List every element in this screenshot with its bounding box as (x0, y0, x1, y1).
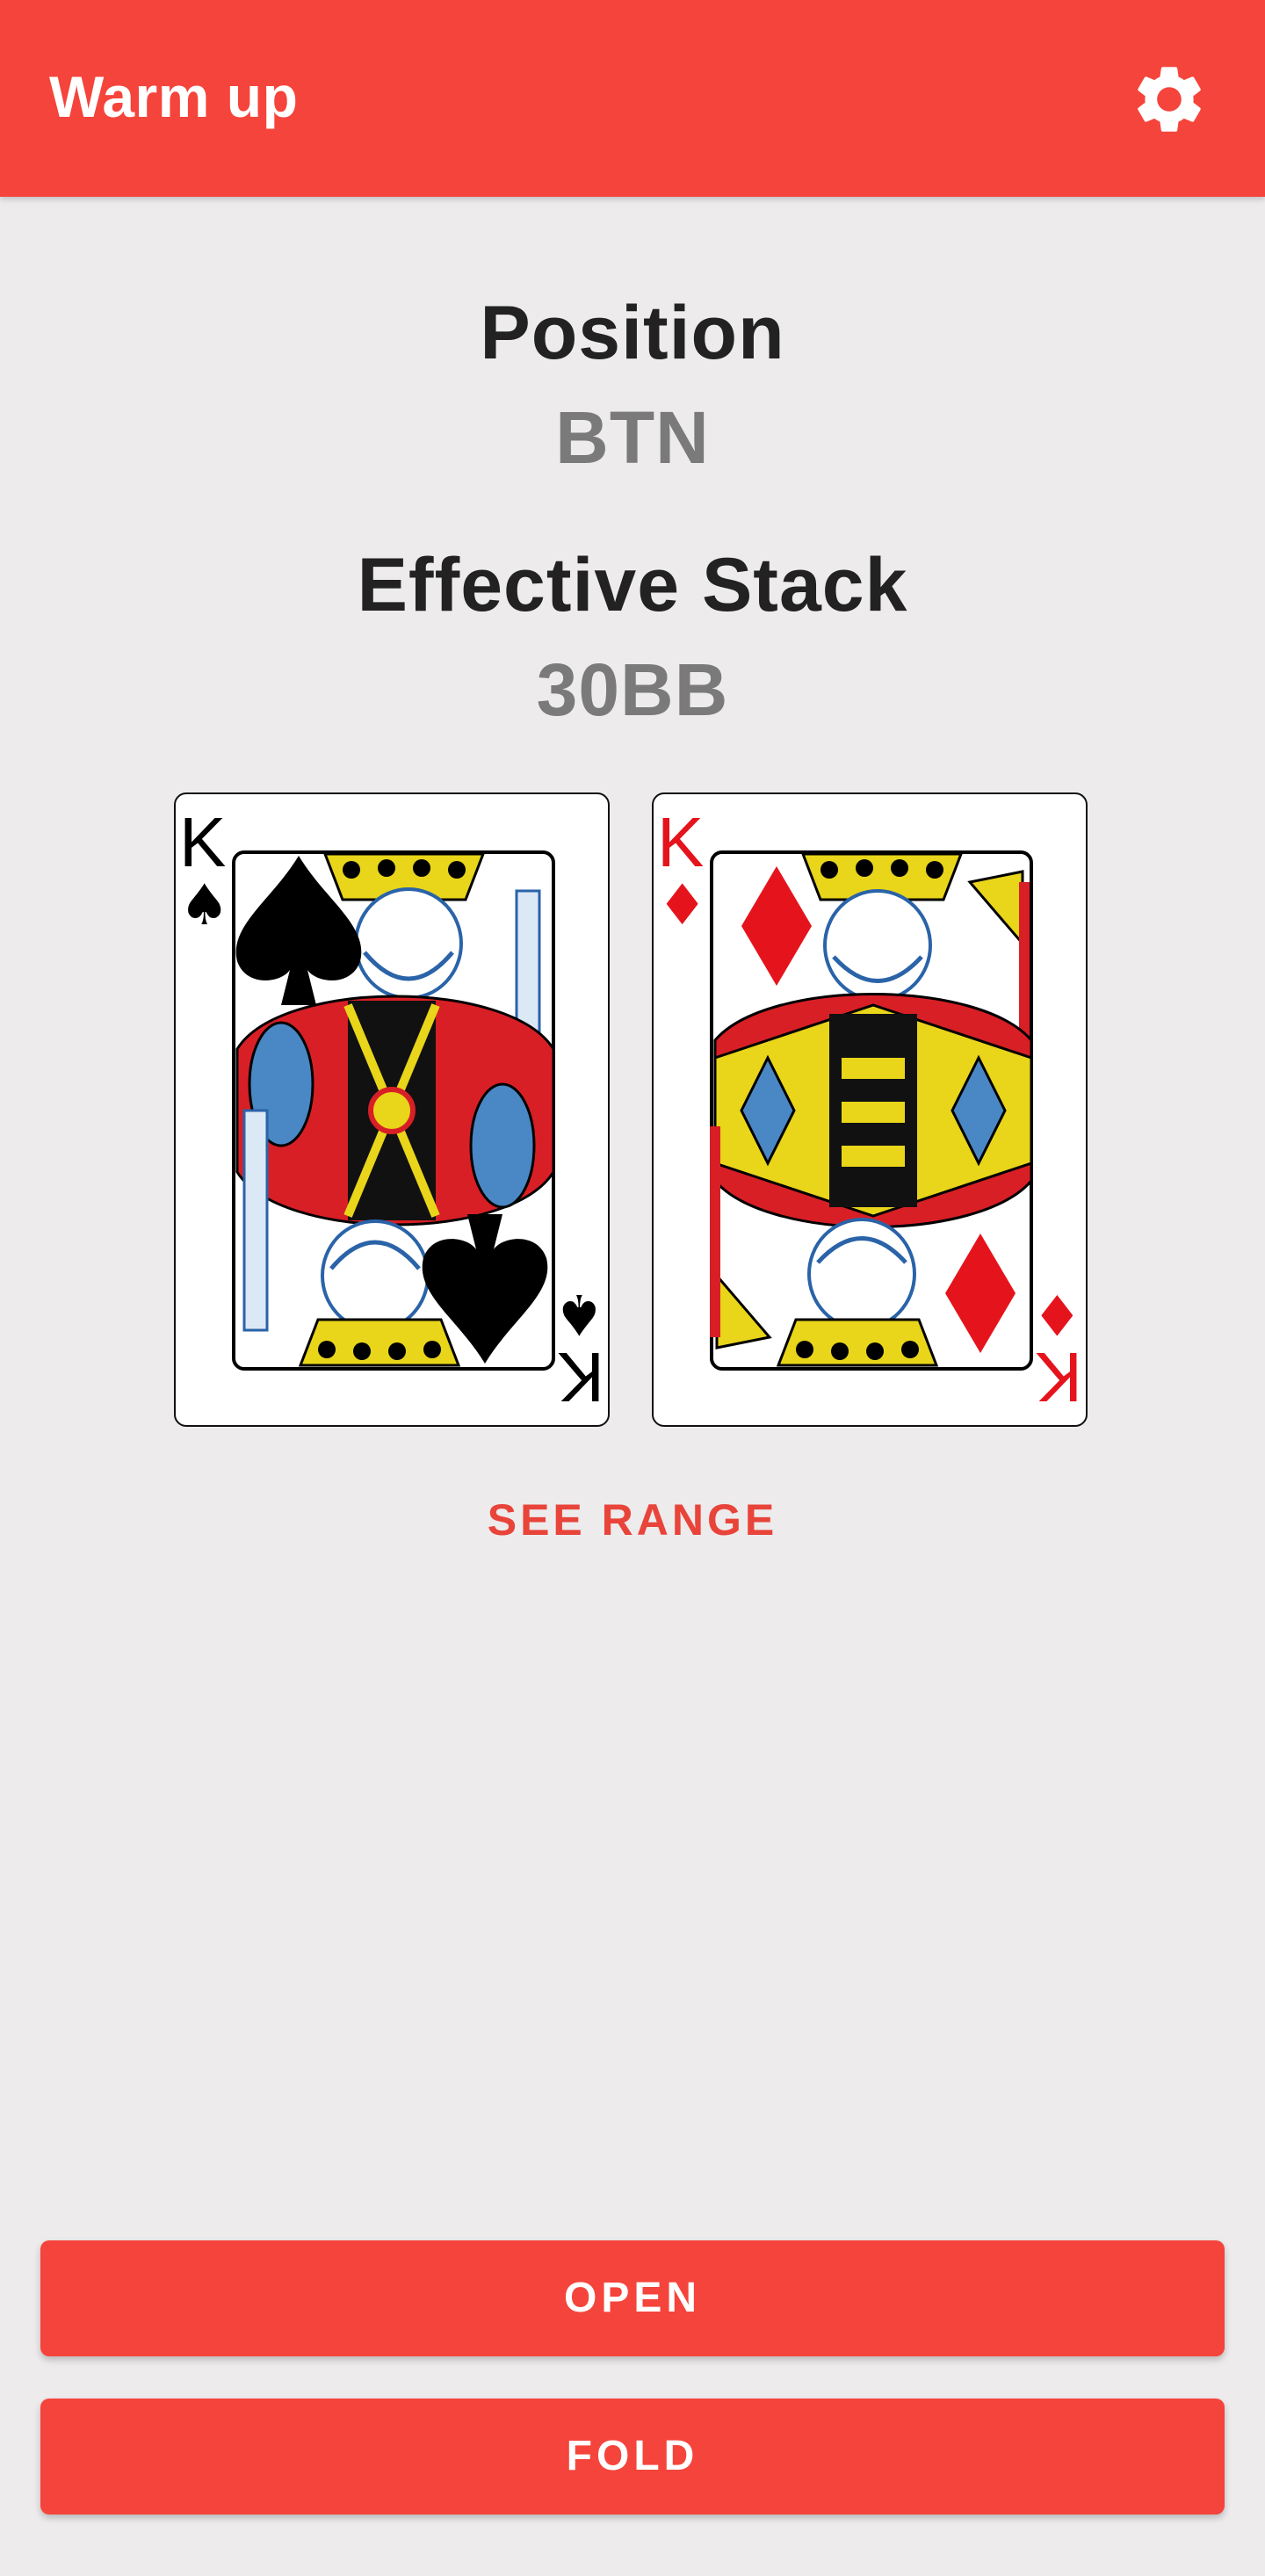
gear-icon (1138, 67, 1201, 132)
position-label: Position (480, 291, 785, 375)
effective-stack-label: Effective Stack (357, 543, 908, 627)
position-value: BTN (555, 396, 710, 479)
card-suit-top: ♦ (657, 873, 707, 938)
app-bar-title: Warm up (49, 64, 299, 129)
card-king-of-diamonds: K ♦ K ♦ (652, 792, 1088, 1427)
app-bar: Warm up (0, 0, 1265, 197)
card-rank-top: K (657, 803, 704, 881)
see-range-button[interactable]: SEE RANGE (413, 1485, 852, 1555)
settings-button[interactable] (1121, 51, 1218, 148)
card-suit-bottom: ♠ (554, 1281, 604, 1346)
card-suit-top: ♠ (179, 873, 229, 938)
open-button[interactable]: OPEN (40, 2240, 1225, 2356)
card-rank-top: K (179, 803, 226, 881)
card-rank-bottom: K (558, 1338, 604, 1416)
card-suit-bottom: ♦ (1032, 1281, 1082, 1346)
fold-button[interactable]: FOLD (40, 2399, 1225, 2514)
card-rank-bottom: K (1036, 1338, 1082, 1416)
effective-stack-value: 30BB (536, 648, 729, 731)
card-king-of-spades: K ♠ K ♠ (174, 792, 610, 1427)
